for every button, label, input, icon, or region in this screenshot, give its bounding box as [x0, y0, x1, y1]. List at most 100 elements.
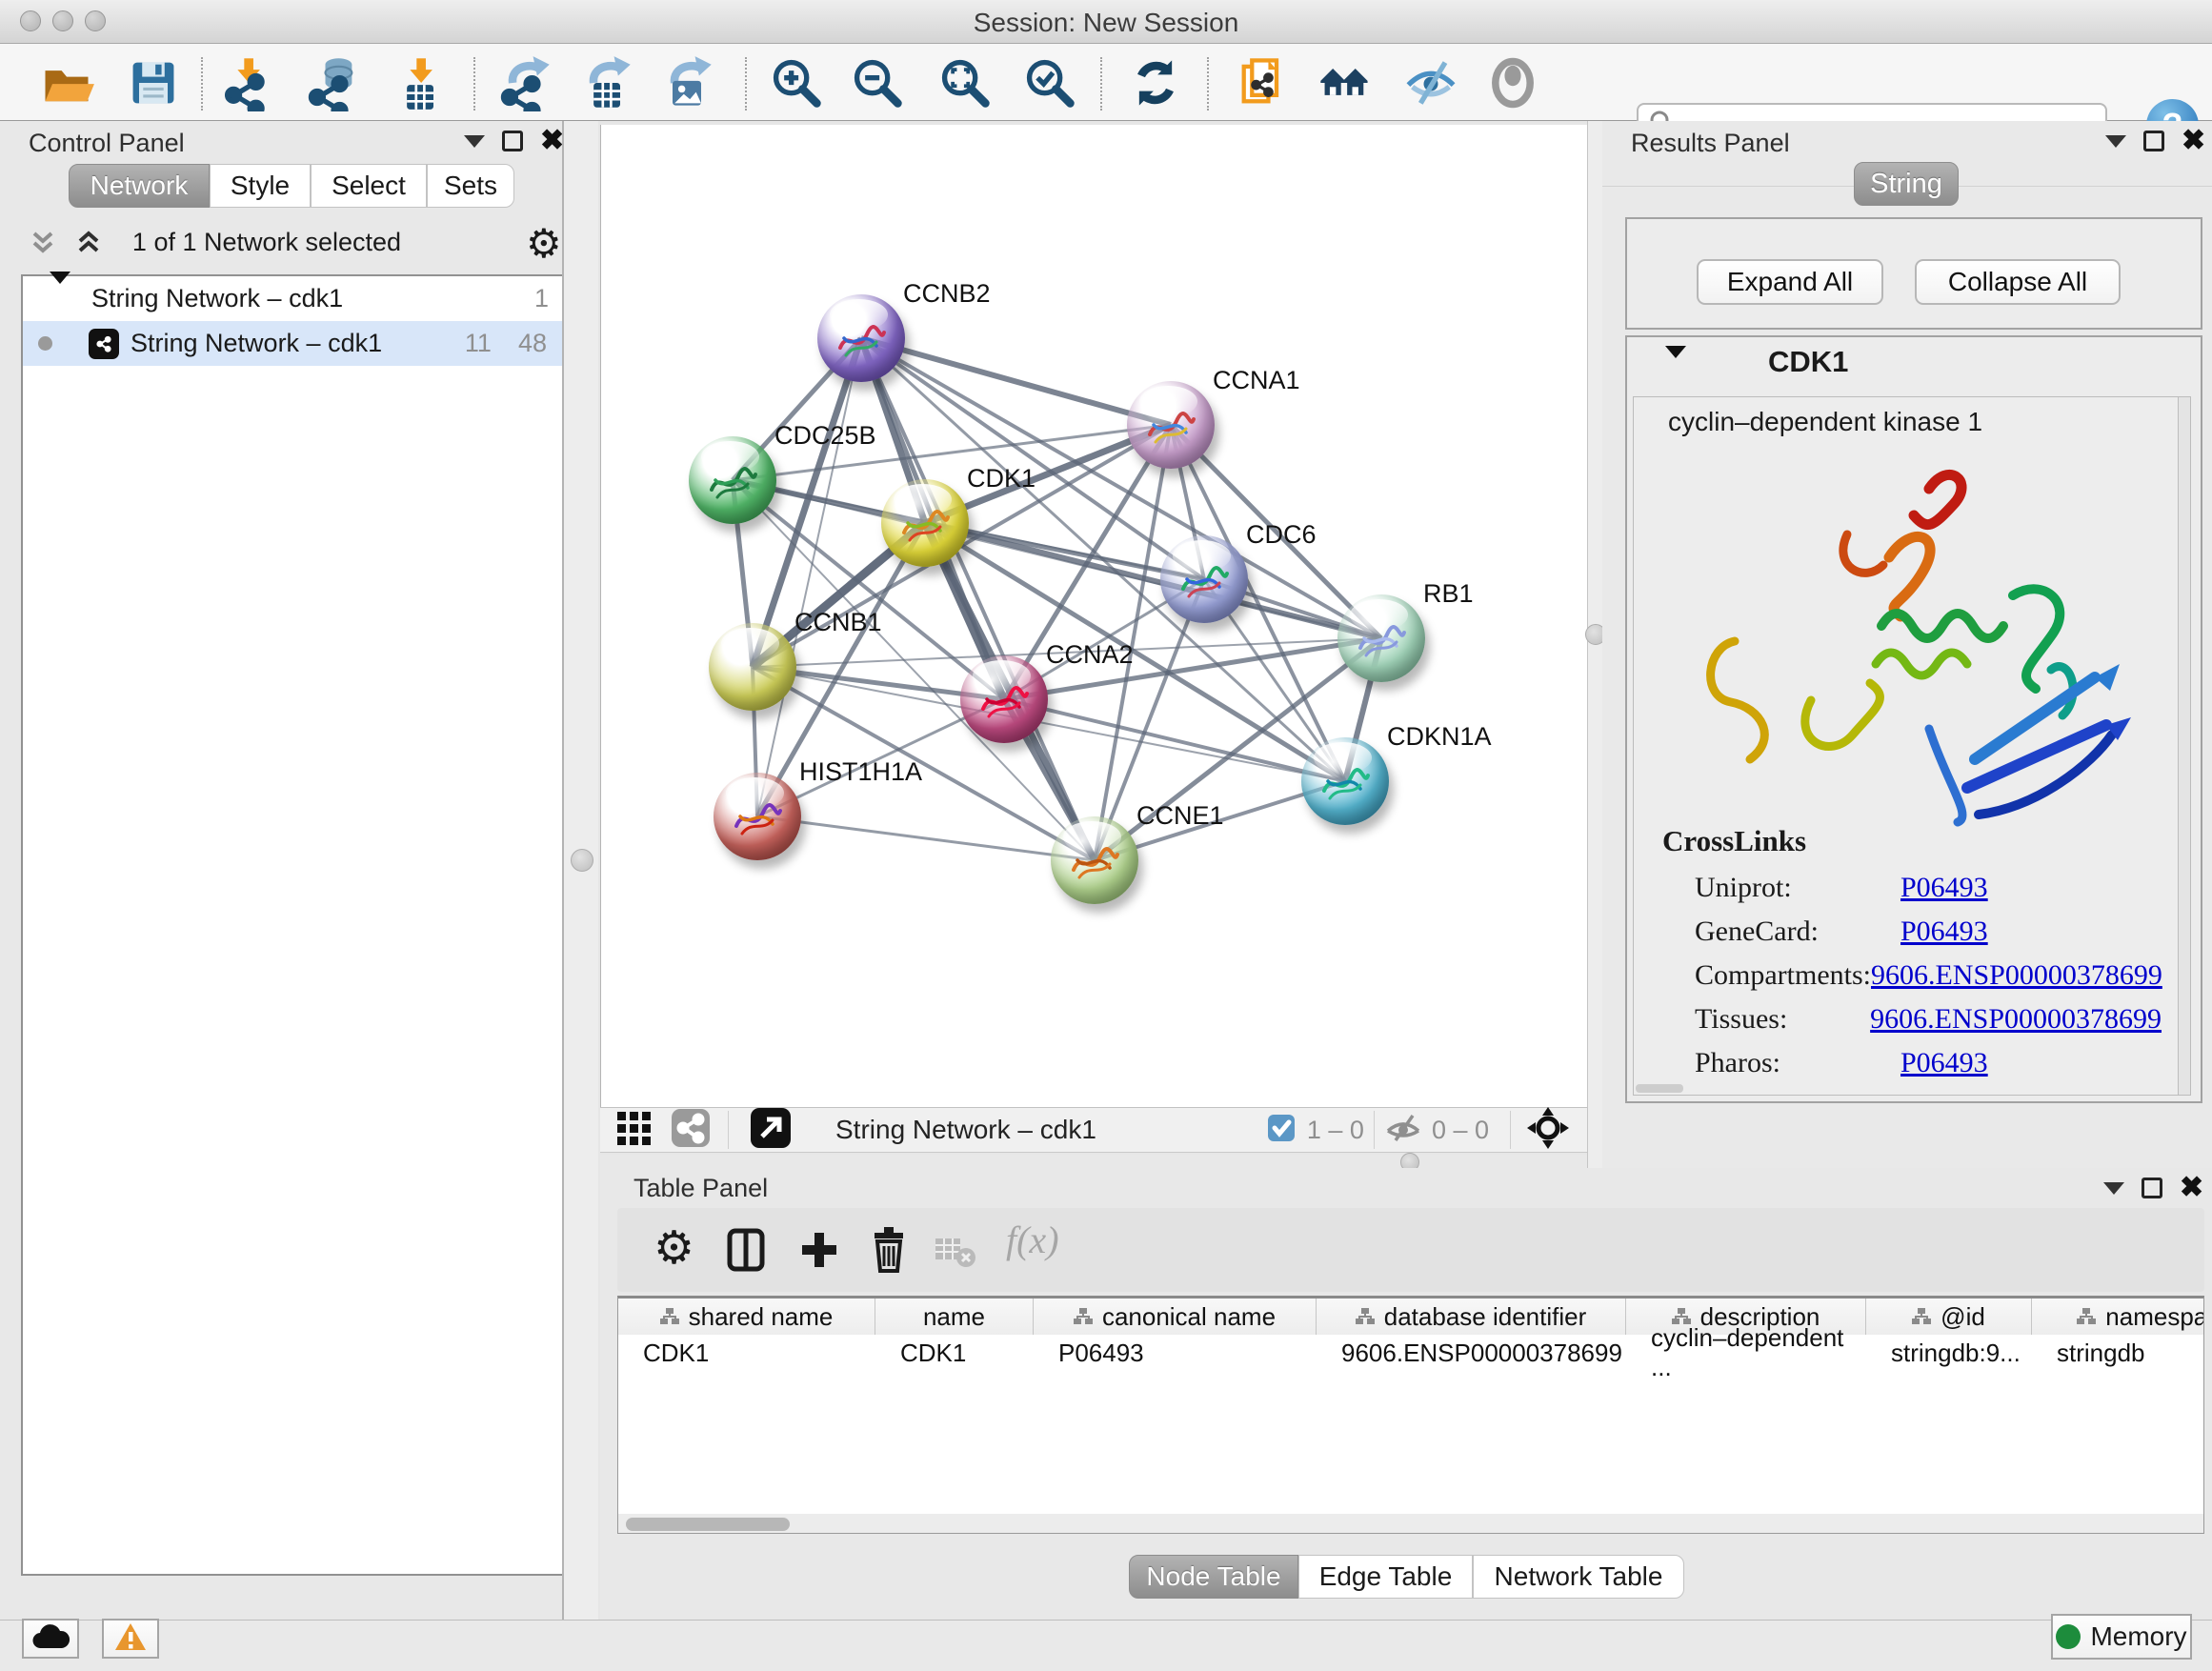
- collapse-panel-icon[interactable]: [2103, 1182, 2124, 1195]
- zoom-in-button[interactable]: [765, 51, 828, 114]
- column-header-label: canonical name: [1102, 1302, 1276, 1332]
- cloud-button[interactable]: [22, 1619, 79, 1659]
- results-hscroll-thumb[interactable]: [1636, 1084, 1683, 1093]
- tab-network[interactable]: Network: [69, 164, 210, 208]
- ribbon-thumbnail: [817, 294, 905, 382]
- network-options-gear-icon[interactable]: ⚙: [526, 220, 562, 267]
- collapse-panel-icon[interactable]: [2105, 135, 2126, 148]
- export-image-button[interactable]: [655, 51, 718, 114]
- vertical-splitter-left[interactable]: [562, 121, 598, 1620]
- tab-string[interactable]: String: [1854, 162, 1959, 206]
- collapse-panel-icon[interactable]: [464, 135, 485, 148]
- detach-view-icon[interactable]: [750, 1107, 792, 1154]
- import-network-database-button[interactable]: [301, 51, 364, 114]
- crosslink-value-link[interactable]: P06493: [1900, 1047, 1988, 1079]
- current-network-dot-icon: [38, 336, 52, 351]
- selected-checkbox-icon[interactable]: [1267, 1114, 1296, 1147]
- network-tree-row[interactable]: String Network – cdk1 11 48: [23, 321, 568, 366]
- tab-node-table[interactable]: Node Table: [1129, 1555, 1298, 1599]
- zoom-out-button[interactable]: [846, 51, 909, 114]
- table-hscroll-thumb[interactable]: [626, 1518, 790, 1531]
- column-header-database-identifier[interactable]: database identifier: [1317, 1299, 1626, 1335]
- crosslink-value-link[interactable]: P06493: [1900, 872, 1988, 904]
- zoom-fit-button[interactable]: [934, 51, 996, 114]
- node-CDK1[interactable]: [881, 479, 969, 567]
- close-panel-icon[interactable]: ✖: [2180, 1178, 2203, 1198]
- close-panel-icon[interactable]: ✖: [2182, 131, 2205, 151]
- grid-view-icon[interactable]: [615, 1108, 655, 1153]
- gray-eye-button[interactable]: [1481, 51, 1544, 114]
- node-RB1[interactable]: [1337, 594, 1425, 682]
- open-session-button[interactable]: [35, 51, 98, 114]
- float-panel-icon[interactable]: [502, 131, 523, 151]
- column-header-name[interactable]: name: [875, 1299, 1034, 1335]
- network-tree-row[interactable]: String Network – cdk1 1: [23, 276, 568, 321]
- table-panel-title: Table Panel: [633, 1174, 768, 1203]
- crosslink-value-link[interactable]: 9606.ENSP00000378699: [1871, 959, 2162, 992]
- node-CDKN1A[interactable]: [1301, 737, 1389, 825]
- collapse-all-button[interactable]: Collapse All: [1915, 259, 2121, 305]
- node-CCNB2[interactable]: [817, 294, 905, 382]
- column-header-canonical-name[interactable]: canonical name: [1034, 1299, 1317, 1335]
- edge-CCNB2-HIST1H1A[interactable]: [757, 338, 861, 816]
- import-table-button[interactable]: [388, 51, 451, 114]
- refresh-button[interactable]: [1124, 51, 1187, 114]
- table-options-gear-icon[interactable]: ⚙: [654, 1221, 694, 1275]
- node-HIST1H1A[interactable]: [714, 773, 801, 860]
- column-header-namespace[interactable]: namespace: [2032, 1299, 2204, 1335]
- refresh-icon: [1127, 54, 1184, 111]
- node-CCNE1[interactable]: [1051, 816, 1138, 904]
- node-CDC6[interactable]: [1160, 535, 1248, 623]
- node-CDC25B[interactable]: [689, 436, 776, 524]
- network-view-canvas[interactable]: CCNB2 CCNA1 CDC25B CDK1 CDC6 RB1CCNB1 CC…: [600, 125, 1587, 1107]
- tab-style[interactable]: Style: [210, 164, 311, 208]
- float-panel-icon[interactable]: [2142, 1178, 2162, 1198]
- import-network-file-button[interactable]: [215, 51, 278, 114]
- export-table-button[interactable]: [574, 51, 637, 114]
- tab-edge-table[interactable]: Edge Table: [1298, 1555, 1473, 1599]
- tab-sets[interactable]: Sets: [427, 164, 514, 208]
- warnings-button[interactable]: [102, 1619, 159, 1659]
- table-hscrollbar[interactable]: [618, 1514, 2203, 1534]
- crosslink-value-link[interactable]: P06493: [1900, 916, 1988, 948]
- hide-eye-button[interactable]: [1399, 51, 1462, 114]
- results-scrollbar[interactable]: [2178, 397, 2190, 1095]
- table-cell[interactable]: 9606.ENSP00000378699: [1317, 1335, 1626, 1371]
- expand-all-button[interactable]: Expand All: [1697, 259, 1883, 305]
- table-cell[interactable]: CDK1: [618, 1335, 875, 1371]
- zoom-selected-button[interactable]: [1018, 51, 1081, 114]
- show-columns-icon[interactable]: [724, 1227, 770, 1278]
- expander-triangle-icon[interactable]: [50, 284, 70, 313]
- table-cell[interactable]: CDK1: [875, 1335, 1034, 1371]
- column-header-label: namespace: [2105, 1302, 2204, 1332]
- export-network-button[interactable]: [493, 51, 556, 114]
- save-session-button[interactable]: [122, 51, 185, 114]
- node-CCNA2[interactable]: [960, 655, 1048, 743]
- column-header-@id[interactable]: @id: [1866, 1299, 2032, 1335]
- column-header-shared-name[interactable]: shared name: [618, 1299, 875, 1335]
- table-cell[interactable]: P06493: [1034, 1335, 1317, 1371]
- annotation-button[interactable]: [1231, 51, 1294, 114]
- table-cell[interactable]: stringdb:9...: [1866, 1335, 2032, 1371]
- table-cell[interactable]: stringdb: [2032, 1335, 2204, 1371]
- close-panel-icon[interactable]: ✖: [540, 131, 564, 151]
- memory-button[interactable]: Memory: [2051, 1614, 2192, 1660]
- create-column-icon[interactable]: [796, 1227, 842, 1278]
- edge-HIST1H1A-CCNE1[interactable]: [757, 816, 1095, 860]
- fit-content-crosshair-icon[interactable]: [1526, 1106, 1570, 1155]
- tab-select[interactable]: Select: [311, 164, 427, 208]
- tab-network-table[interactable]: Network Table: [1473, 1555, 1684, 1599]
- node-CCNA1[interactable]: [1127, 381, 1215, 469]
- node-CCNB1[interactable]: [709, 623, 796, 711]
- delete-column-trash-icon[interactable]: [867, 1225, 911, 1278]
- birds-eye-view-icon[interactable]: [671, 1108, 711, 1153]
- table-row[interactable]: CDK1CDK1P064939606.ENSP00000378699cyclin…: [618, 1335, 2204, 1371]
- float-panel-icon[interactable]: [2143, 131, 2164, 151]
- table-cell[interactable]: cyclin–dependent ...: [1626, 1335, 1866, 1371]
- homes-button[interactable]: [1314, 51, 1377, 114]
- splitter-handle[interactable]: [571, 849, 593, 872]
- crosslink-value-link[interactable]: 9606.ENSP00000378699: [1870, 1003, 2162, 1036]
- vertical-splitter-right[interactable]: [1587, 121, 1602, 1168]
- horizontal-splitter[interactable]: [600, 1155, 1587, 1168]
- collapse-gene-icon[interactable]: [1665, 358, 1686, 375]
